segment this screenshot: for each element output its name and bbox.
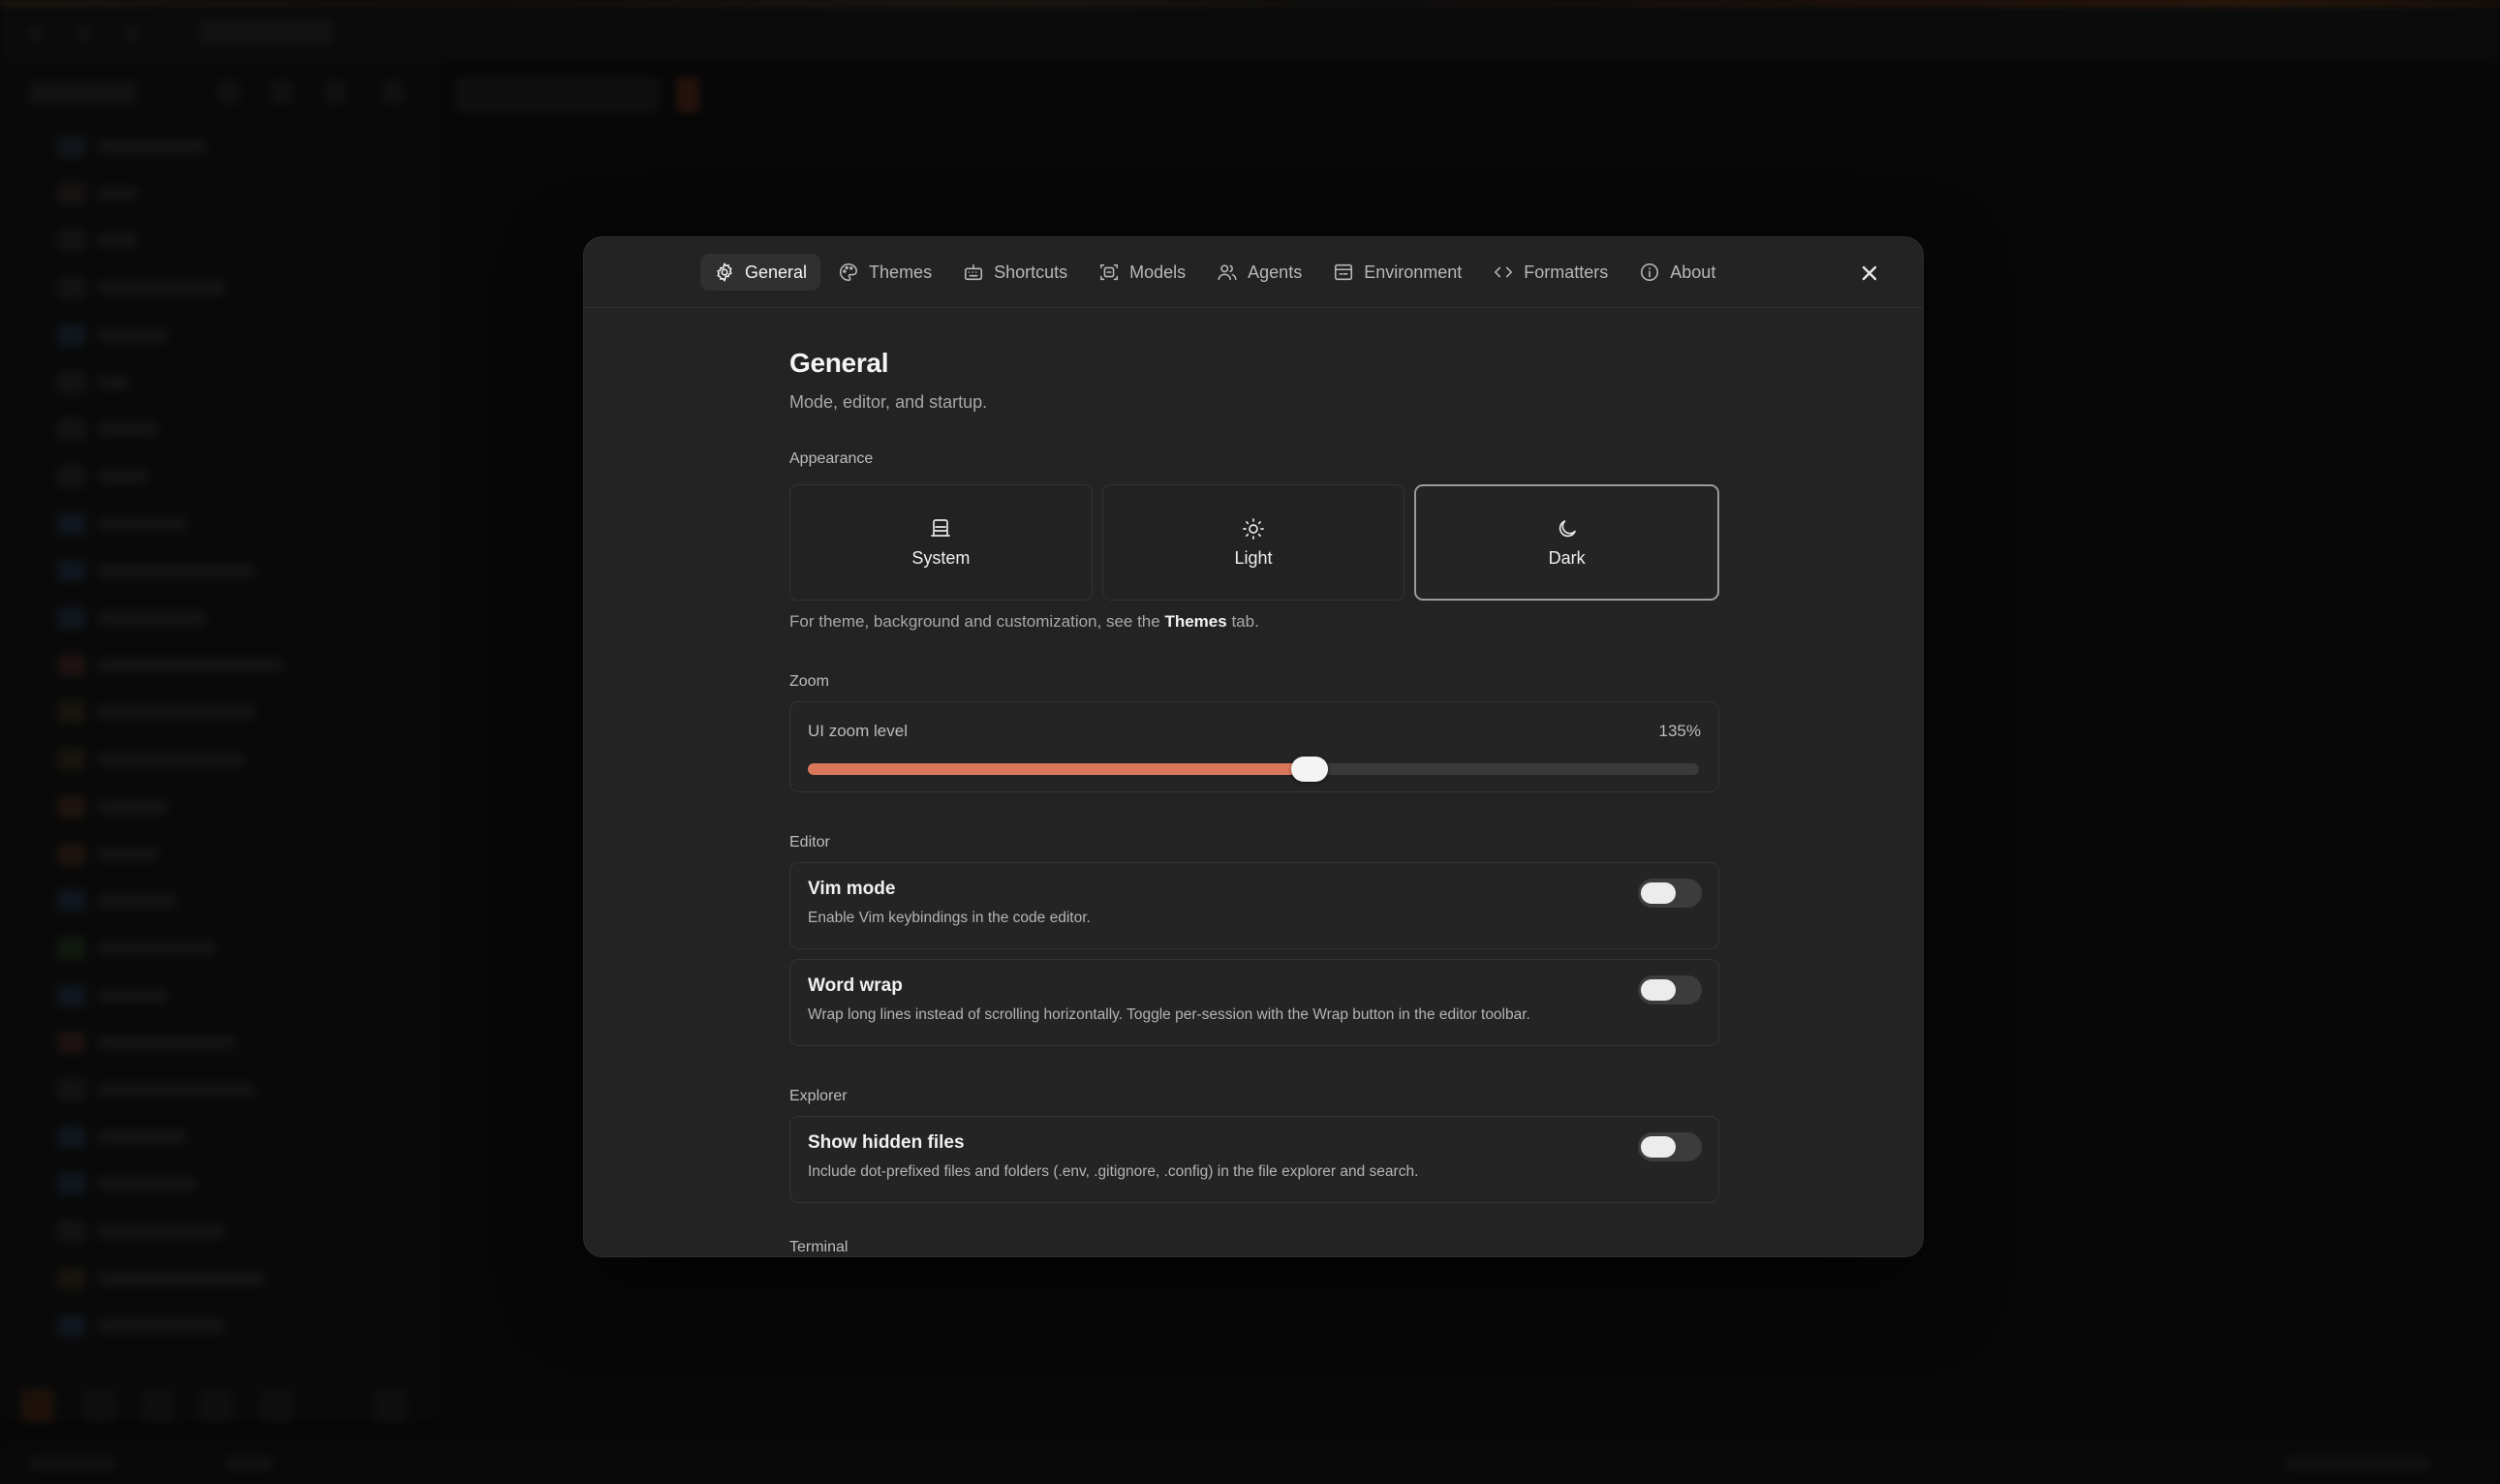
word-wrap-description: Wrap long lines instead of scrolling hor… <box>808 1006 1530 1023</box>
environment-icon <box>1335 263 1353 281</box>
settings-tabbar: General Themes Shortcuts Models Agents Enviro… <box>584 237 1923 308</box>
themes-tab-link[interactable]: Themes <box>1164 612 1226 631</box>
tab-shortcuts[interactable]: Shortcuts <box>949 254 1081 291</box>
tab-label: Models <box>1129 262 1187 282</box>
vim-mode-row: Vim mode Enable Vim keybindings in the c… <box>789 862 1719 949</box>
close-button[interactable] <box>1855 259 1884 288</box>
terminal-heading: Terminal <box>789 1239 849 1255</box>
tab-models[interactable]: Models <box>1085 254 1199 291</box>
zoom-slider-fill <box>808 763 1310 775</box>
close-icon <box>1862 265 1877 281</box>
hint-text-end: tab. <box>1231 612 1259 631</box>
info-icon <box>1641 263 1659 282</box>
zoom-value: 135% <box>1658 722 1701 740</box>
page-subtitle: Mode, editor, and startup. <box>789 392 988 412</box>
vim-mode-description: Enable Vim keybindings in the code edito… <box>808 910 1091 926</box>
sun-icon <box>1243 517 1264 540</box>
appearance-option-label: Dark <box>1548 547 1586 568</box>
zoom-heading: Zoom <box>789 673 829 690</box>
editor-heading: Editor <box>789 834 830 850</box>
appearance-option-label: Light <box>1234 547 1273 568</box>
keyboard-icon <box>965 263 983 281</box>
settings-tabs: General Themes Shortcuts Models Agents Enviro… <box>700 254 1729 291</box>
appearance-system-option[interactable]: System <box>789 484 1093 601</box>
users-icon <box>1218 264 1237 281</box>
vim-mode-title: Vim mode <box>808 879 896 899</box>
appearance-dark-option[interactable]: Dark <box>1414 484 1720 601</box>
show-hidden-files-toggle[interactable] <box>1638 1132 1702 1161</box>
show-hidden-files-description: Include dot-prefixed files and folders (… <box>808 1163 1419 1180</box>
gear-icon <box>717 263 732 282</box>
zoom-label: UI zoom level <box>808 722 908 740</box>
settings-modal: General Themes Shortcuts Models Agents Enviro… <box>583 236 1924 1257</box>
palette-icon <box>840 263 858 282</box>
tab-label: Agents <box>1248 262 1303 282</box>
vim-mode-toggle[interactable] <box>1638 879 1702 908</box>
appearance-hint: For theme, background and customization,… <box>789 612 1259 632</box>
tab-label: Formatters <box>1524 262 1609 282</box>
appearance-options: System Light Dark <box>789 484 1720 601</box>
tab-about[interactable]: About <box>1625 254 1729 291</box>
toggle-knob <box>1641 882 1676 904</box>
appearance-option-label: System <box>911 547 971 568</box>
tab-label: Shortcuts <box>994 262 1068 282</box>
appearance-heading: Appearance <box>789 450 874 467</box>
explorer-heading: Explorer <box>789 1088 848 1104</box>
tab-label: About <box>1670 262 1716 282</box>
toggle-knob <box>1641 979 1676 1001</box>
zoom-slider[interactable] <box>808 757 1699 782</box>
monitor-icon <box>931 518 951 537</box>
page-title: General <box>789 348 889 378</box>
tab-label: General <box>745 262 808 282</box>
show-hidden-files-row: Show hidden files Include dot-prefixed f… <box>789 1116 1719 1203</box>
code-icon <box>1495 266 1513 278</box>
word-wrap-title: Word wrap <box>808 975 903 996</box>
tab-label: Environment <box>1364 262 1463 282</box>
tab-themes[interactable]: Themes <box>824 254 945 291</box>
tab-environment[interactable]: Environment <box>1319 254 1475 291</box>
tab-label: Themes <box>869 262 933 282</box>
toggle-knob <box>1641 1136 1676 1158</box>
zoom-panel: UI zoom level 135% <box>789 701 1719 792</box>
tab-formatters[interactable]: Formatters <box>1479 254 1621 291</box>
zoom-slider-thumb[interactable] <box>1290 757 1328 782</box>
models-icon <box>1100 263 1119 281</box>
moon-icon <box>1559 519 1576 537</box>
general-settings-panel: General Mode, editor, and startup. Appea… <box>787 307 1720 1256</box>
tab-agents[interactable]: Agents <box>1203 254 1315 291</box>
word-wrap-row: Word wrap Wrap long lines instead of scr… <box>789 959 1719 1046</box>
tab-general[interactable]: General <box>700 254 821 291</box>
word-wrap-toggle[interactable] <box>1638 975 1702 1005</box>
hint-text: For theme, background and customization,… <box>789 612 1160 631</box>
show-hidden-files-title: Show hidden files <box>808 1132 965 1153</box>
appearance-light-option[interactable]: Light <box>1101 484 1405 601</box>
